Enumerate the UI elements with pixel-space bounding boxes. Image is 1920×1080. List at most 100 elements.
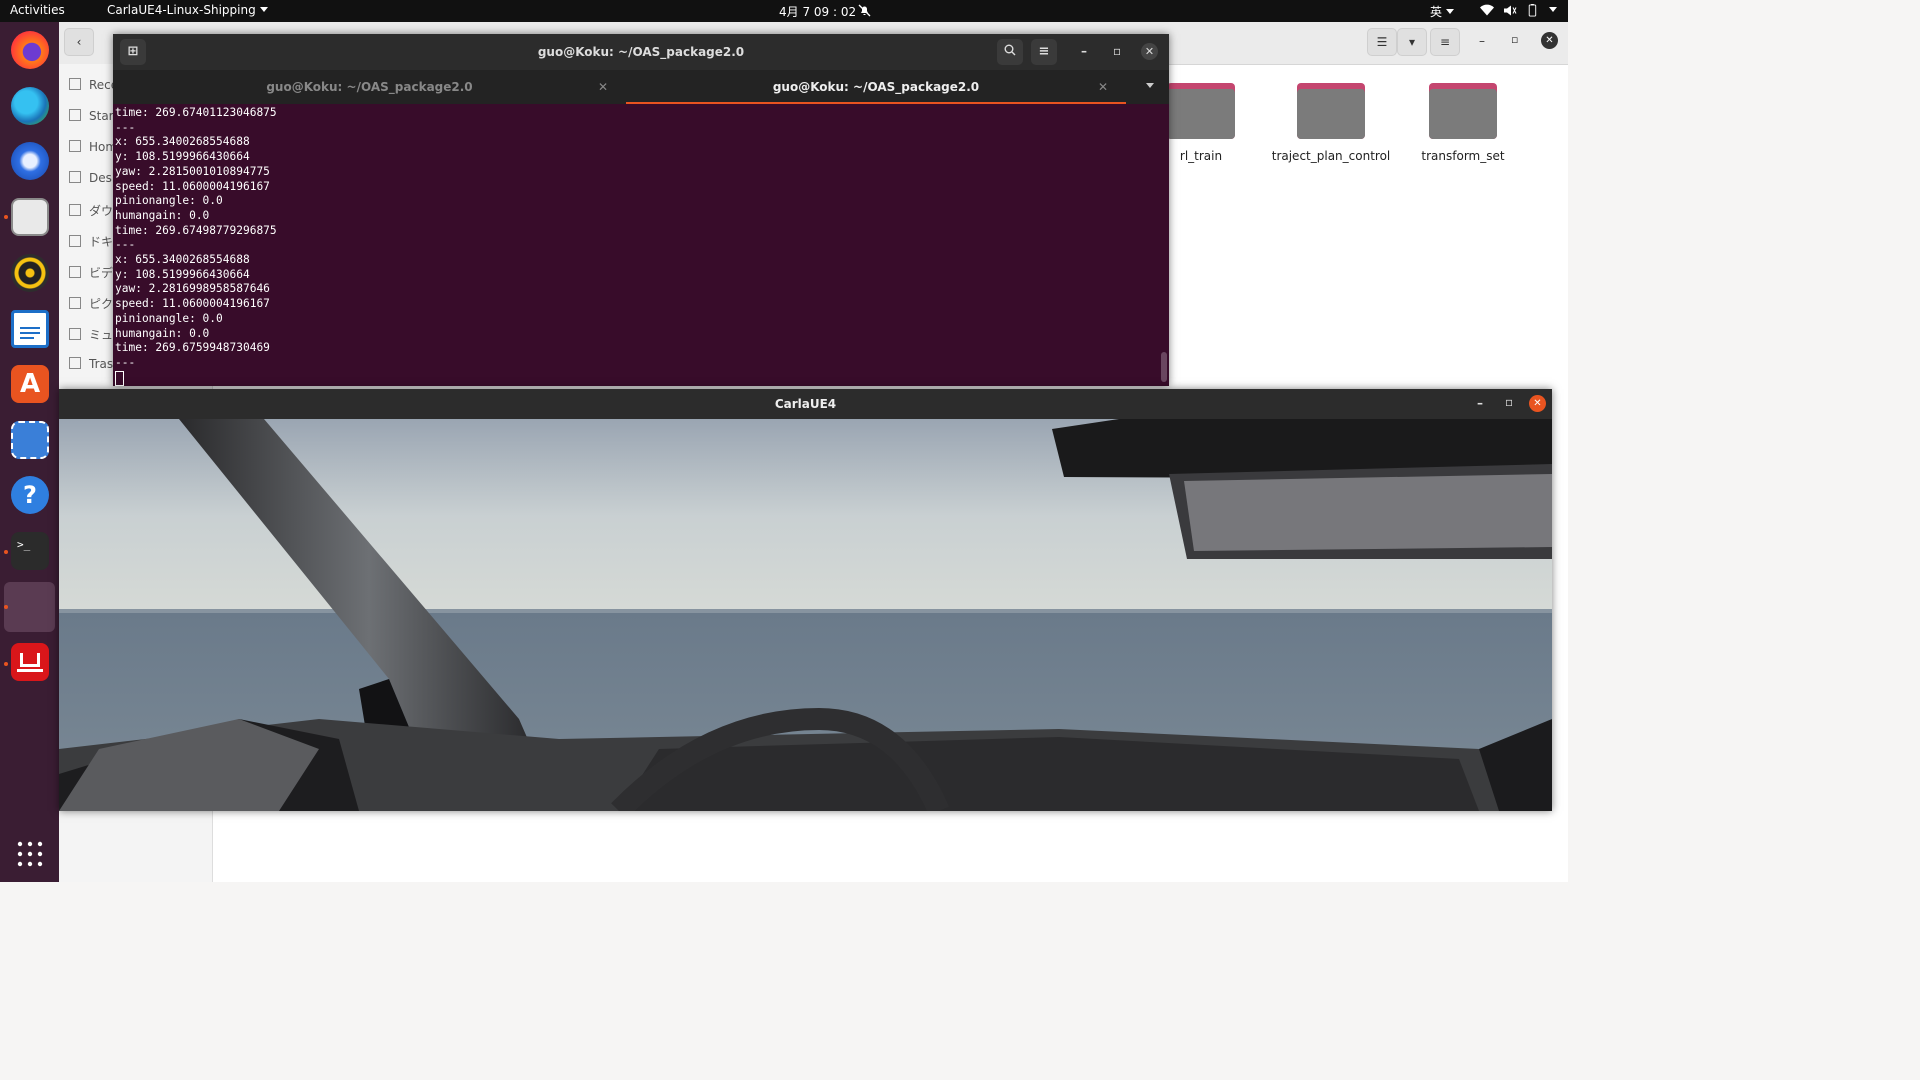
music-icon bbox=[69, 328, 81, 340]
menu-button[interactable]: ≡ bbox=[1430, 28, 1460, 56]
app-menu[interactable]: CarlaUE4-Linux-Shipping bbox=[107, 3, 268, 17]
folder-label: transform_set bbox=[1421, 149, 1505, 163]
sidebar-item-downloads[interactable]: ダウ bbox=[69, 202, 113, 219]
download-icon bbox=[69, 204, 81, 216]
tab-terminal-1[interactable]: guo@Koku: ~/OAS_package2.0 ✕ bbox=[113, 70, 626, 104]
battery-icon[interactable] bbox=[1526, 4, 1538, 17]
minimize-button[interactable]: – bbox=[1479, 34, 1485, 48]
activities-button[interactable]: Activities bbox=[10, 3, 65, 17]
terminal-output[interactable]: time: 269.67401123046875 --- x: 655.3400… bbox=[113, 104, 1169, 386]
chevron-down-icon bbox=[1549, 7, 1557, 12]
desktop-icon bbox=[69, 171, 81, 183]
folder-label: traject_plan_control bbox=[1271, 149, 1391, 163]
maximize-button[interactable]: ▫ bbox=[1505, 395, 1513, 409]
thunderbird-icon[interactable] bbox=[11, 142, 49, 180]
files-icon[interactable] bbox=[11, 198, 49, 236]
terminal-menu-button[interactable]: ≡ bbox=[1031, 39, 1057, 65]
sidebar-item-label: ダウ bbox=[89, 204, 114, 218]
sidebar-item-videos[interactable]: ビデ bbox=[69, 264, 113, 281]
chevron-down-icon bbox=[259, 7, 268, 12]
clock[interactable]: 4月 7 09 : 02 bbox=[779, 3, 856, 20]
system-menu[interactable] bbox=[1545, 3, 1557, 17]
ubuntu-software-icon[interactable]: A bbox=[11, 365, 49, 403]
terminal-text: time: 269.67401123046875 --- x: 655.3400… bbox=[115, 106, 277, 369]
close-button[interactable]: ✕ bbox=[1141, 43, 1158, 60]
edge-icon[interactable] bbox=[11, 87, 49, 125]
sidebar-item-recent[interactable]: Rece bbox=[69, 78, 118, 92]
notifications-off-icon bbox=[858, 4, 871, 17]
carla-icon[interactable] bbox=[4, 582, 55, 632]
rhythmbox-icon[interactable] bbox=[11, 254, 49, 292]
libreoffice-writer-icon[interactable] bbox=[11, 310, 49, 348]
picture-icon bbox=[69, 297, 81, 309]
input-method-label: 英 bbox=[1430, 5, 1443, 19]
sidebar-item-label: Tras bbox=[89, 357, 114, 371]
input-method[interactable]: 英 bbox=[1430, 3, 1455, 20]
close-tab-icon[interactable]: ✕ bbox=[598, 70, 608, 104]
close-button[interactable]: ✕ bbox=[1529, 395, 1546, 412]
carla-titlebar[interactable]: CarlaUE4 – ▫ ✕ bbox=[59, 389, 1552, 419]
running-indicator bbox=[4, 550, 8, 554]
sidebar-item-home[interactable]: Hom bbox=[69, 140, 117, 154]
tab-list-chevron-icon[interactable] bbox=[1146, 83, 1154, 88]
folder-icon bbox=[1429, 77, 1497, 139]
sidebar-item-label: ピク bbox=[89, 297, 114, 311]
help-icon[interactable]: ? bbox=[11, 476, 49, 514]
folder-icon bbox=[1297, 77, 1365, 139]
carla-window: CarlaUE4 – ▫ ✕ bbox=[59, 389, 1552, 811]
video-icon bbox=[69, 266, 81, 278]
app-menu-label: CarlaUE4-Linux-Shipping bbox=[107, 3, 256, 17]
document-icon bbox=[69, 235, 81, 247]
app-icon[interactable] bbox=[11, 643, 49, 681]
sidebar-item-label: ミュ bbox=[89, 328, 114, 342]
sidebar-item-starred[interactable]: Star bbox=[69, 109, 114, 123]
star-icon bbox=[69, 109, 81, 121]
firefox-icon[interactable] bbox=[11, 31, 49, 69]
folder-item[interactable]: traject_plan_control bbox=[1266, 77, 1396, 163]
terminal-scrollbar[interactable] bbox=[1161, 352, 1167, 382]
running-indicator bbox=[4, 215, 8, 219]
close-tab-icon[interactable]: ✕ bbox=[1098, 70, 1108, 104]
sidebar-item-trash[interactable]: Tras bbox=[69, 357, 113, 371]
view-list-button[interactable]: ☰ bbox=[1367, 28, 1397, 56]
terminal-tab-bar: guo@Koku: ~/OAS_package2.0 ✕ guo@Koku: ~… bbox=[113, 70, 1169, 104]
running-indicator bbox=[4, 662, 8, 666]
volume-muted-icon[interactable] bbox=[1503, 4, 1517, 17]
view-options-button[interactable]: ▾ bbox=[1397, 28, 1427, 56]
show-applications-icon[interactable] bbox=[16, 840, 44, 868]
running-indicator bbox=[4, 605, 8, 609]
sidebar-item-label: ビデ bbox=[89, 266, 114, 280]
sidebar-item-music[interactable]: ミュ bbox=[69, 326, 113, 343]
sidebar-item-label: ドキ bbox=[89, 235, 114, 249]
wifi-icon[interactable] bbox=[1480, 4, 1494, 17]
minimize-button[interactable]: – bbox=[1477, 396, 1483, 410]
tab-label: guo@Koku: ~/OAS_package2.0 bbox=[266, 80, 473, 94]
tab-terminal-2[interactable]: guo@Koku: ~/OAS_package2.0 ✕ bbox=[626, 70, 1126, 104]
home-icon bbox=[69, 140, 81, 152]
terminal-window: ⊞ guo@Koku: ~/OAS_package2.0 ≡ – ▫ ✕ guo… bbox=[113, 34, 1169, 386]
folder-item[interactable]: transform_set bbox=[1398, 77, 1528, 163]
tab-label: guo@Koku: ~/OAS_package2.0 bbox=[772, 80, 980, 94]
trash-icon bbox=[69, 357, 81, 369]
search-button[interactable] bbox=[997, 39, 1023, 65]
terminal-icon[interactable]: >_ bbox=[11, 532, 49, 570]
search-icon bbox=[1004, 44, 1016, 56]
maximize-button[interactable]: ▫ bbox=[1113, 44, 1121, 58]
carla-title: CarlaUE4 bbox=[774, 397, 837, 411]
recent-icon bbox=[69, 78, 81, 90]
maximize-button[interactable]: ▫ bbox=[1511, 33, 1518, 46]
carla-viewport[interactable] bbox=[59, 419, 1552, 811]
sidebar-item-pictures[interactable]: ピク bbox=[69, 295, 113, 312]
close-button[interactable]: ✕ bbox=[1541, 32, 1558, 49]
terminal-titlebar[interactable]: ⊞ guo@Koku: ~/OAS_package2.0 ≡ – ▫ ✕ bbox=[113, 34, 1169, 70]
sidebar-item-desktop[interactable]: Desk bbox=[69, 171, 119, 185]
folder-icon bbox=[1167, 77, 1235, 139]
top-bar: Activities CarlaUE4-Linux-Shipping 4月 7 … bbox=[0, 0, 1568, 22]
minimize-button[interactable]: – bbox=[1081, 44, 1087, 58]
back-button[interactable]: ‹ bbox=[64, 28, 94, 56]
dock: A ? >_ bbox=[0, 22, 59, 882]
terminal-cursor bbox=[115, 370, 124, 386]
screenshot-icon[interactable] bbox=[11, 421, 49, 459]
sidebar-item-documents[interactable]: ドキ bbox=[69, 233, 113, 250]
chevron-down-icon bbox=[1446, 9, 1455, 14]
